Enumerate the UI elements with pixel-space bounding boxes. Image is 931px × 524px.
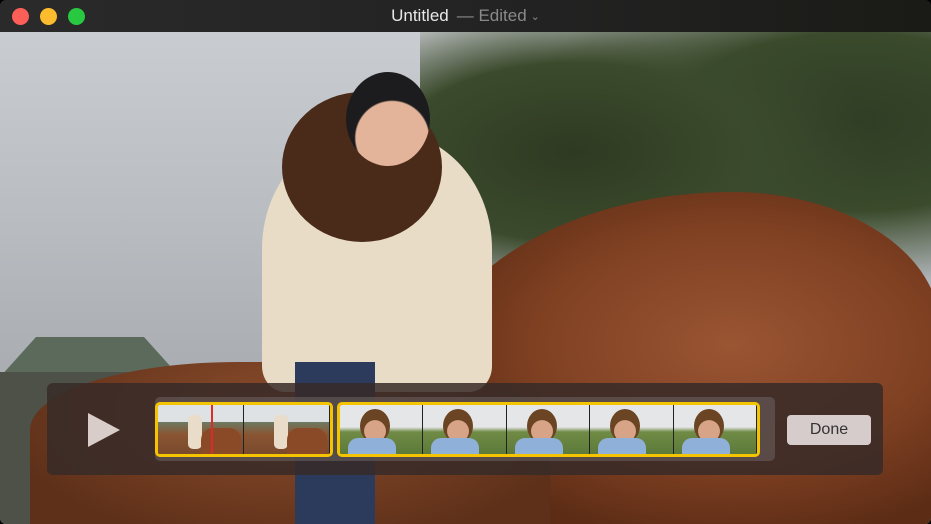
play-icon[interactable] (88, 413, 120, 447)
title-bar[interactable]: Untitled — Edited ⌄ (0, 0, 931, 32)
clip-strip (155, 397, 775, 461)
zoom-button[interactable] (68, 8, 85, 25)
edited-status[interactable]: — Edited (457, 6, 527, 26)
window-title: Untitled (391, 6, 449, 25)
clip-thumbnail (244, 405, 330, 454)
clip-thumbnail (590, 405, 674, 454)
minimize-button[interactable] (40, 8, 57, 25)
clip-2[interactable] (337, 402, 760, 457)
trim-controls: Done (47, 383, 883, 475)
clip-thumbnail (423, 405, 507, 454)
done-button[interactable]: Done (787, 415, 871, 445)
clip-1[interactable] (155, 402, 333, 457)
close-button[interactable] (12, 8, 29, 25)
clip-thumbnail (673, 405, 757, 454)
quicktime-window: Untitled — Edited ⌄ Done (0, 0, 931, 524)
rider-face (346, 72, 430, 166)
clip-thumbnail (340, 405, 424, 454)
chevron-down-icon[interactable]: ⌄ (531, 10, 540, 23)
playhead[interactable] (211, 405, 213, 454)
clip-thumbnail (158, 405, 244, 454)
clip-thumbnail (506, 405, 591, 454)
